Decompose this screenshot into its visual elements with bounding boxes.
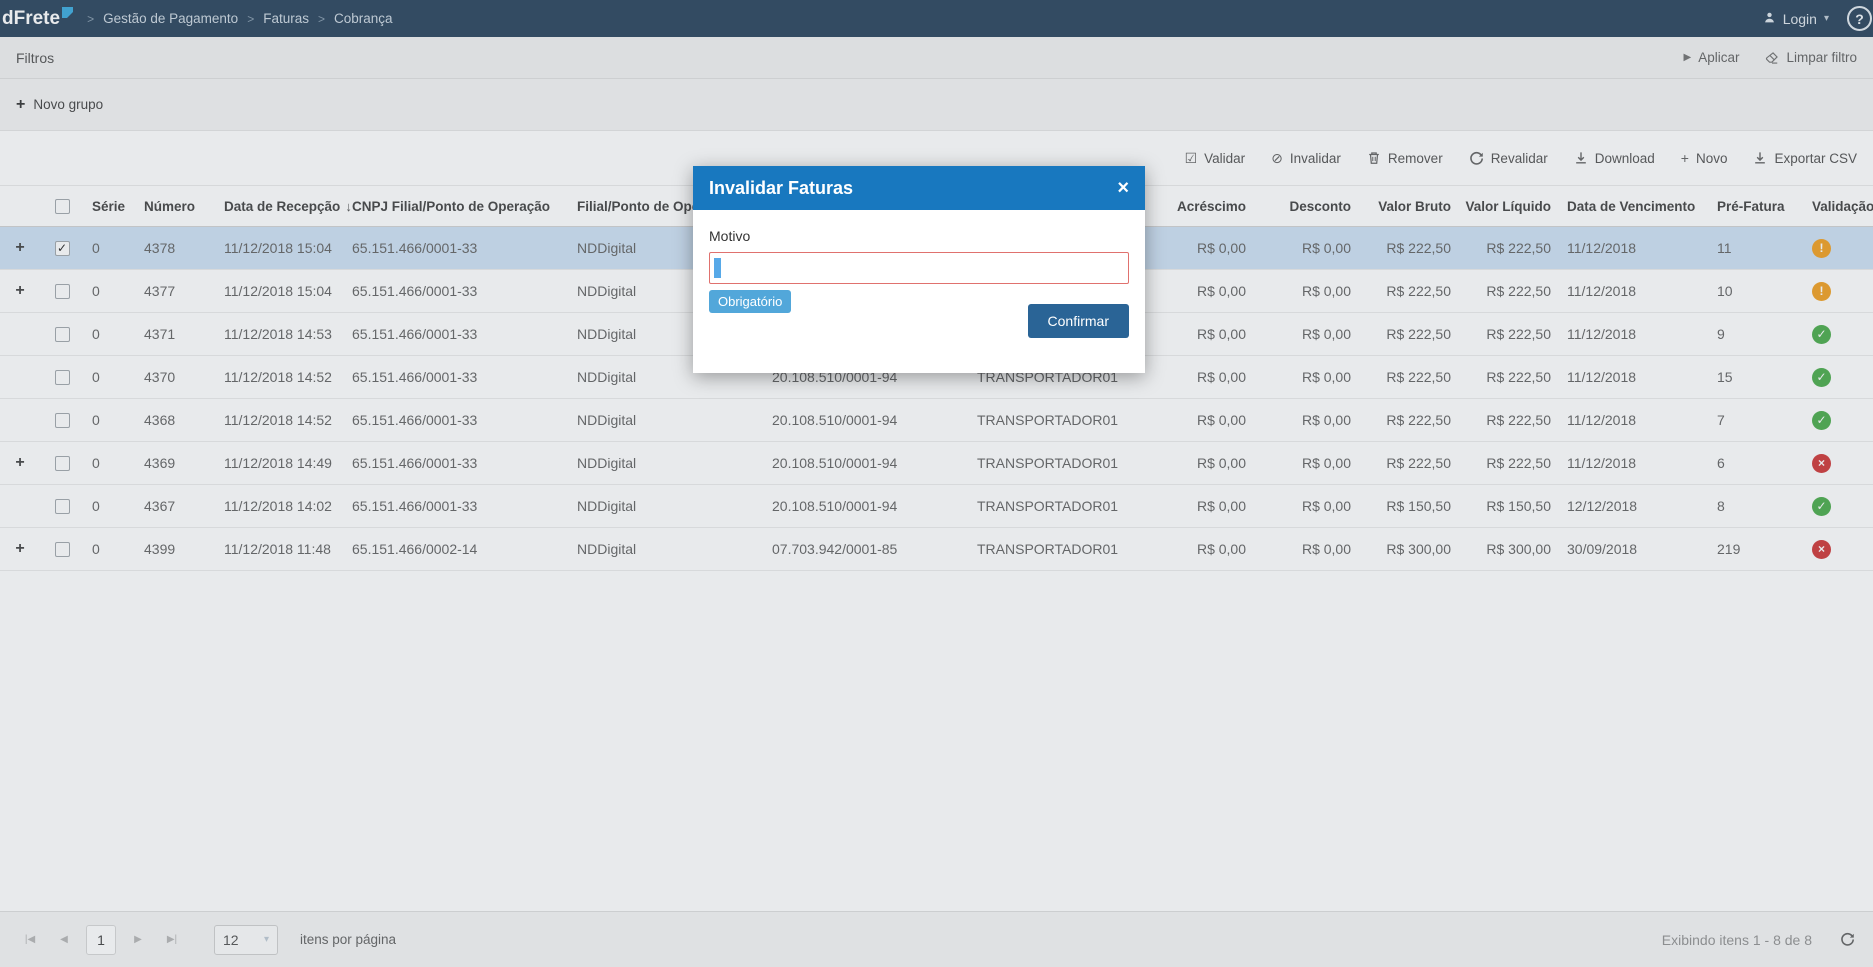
- modal-title: Invalidar Faturas: [709, 177, 854, 198]
- close-icon[interactable]: ×: [1117, 178, 1129, 198]
- motivo-input[interactable]: [709, 252, 1129, 284]
- confirm-button[interactable]: Confirmar: [1027, 304, 1129, 338]
- motivo-label: Motivo: [709, 228, 751, 244]
- required-badge: Obrigatório: [709, 290, 792, 313]
- modal-backdrop: [0, 0, 1873, 967]
- modal-body: Motivo Obrigatório Confirmar: [693, 210, 1145, 373]
- text-cursor: [714, 258, 721, 278]
- modal-footer-row: Obrigatório Confirmar: [709, 290, 1129, 338]
- invalidate-invoices-modal: Invalidar Faturas × Motivo Obrigatório C…: [693, 166, 1145, 373]
- modal-header: Invalidar Faturas ×: [693, 166, 1145, 210]
- motivo-input-wrap: [709, 252, 1129, 284]
